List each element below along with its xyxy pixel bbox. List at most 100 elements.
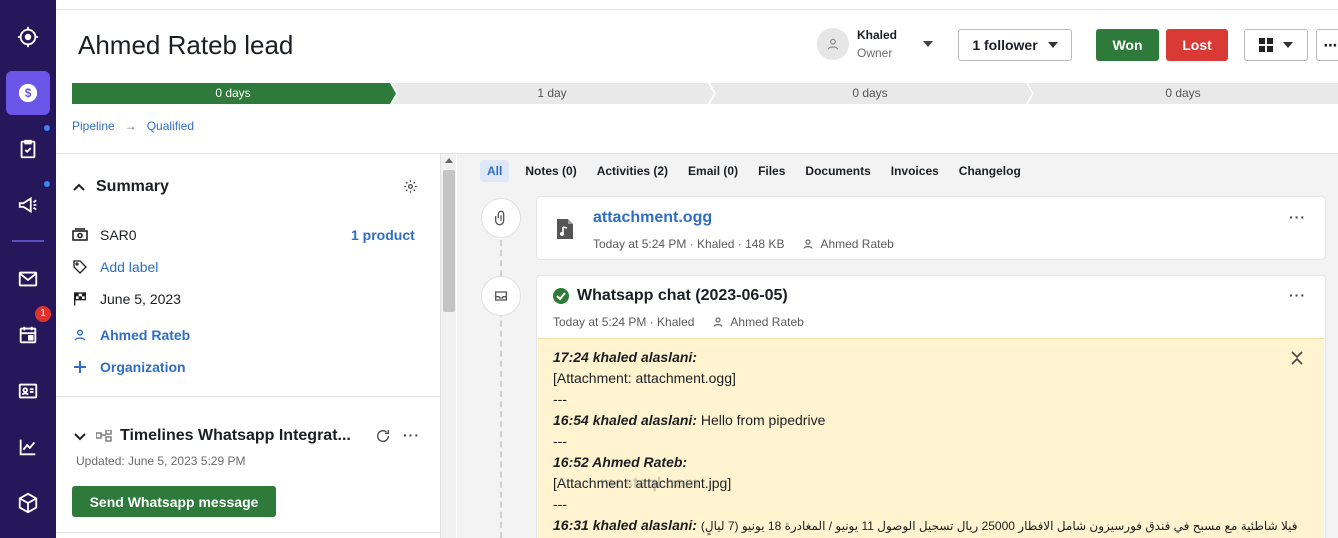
summary-value-row: SAR0 <box>72 227 137 243</box>
nav-contacts-icon[interactable] <box>6 369 50 413</box>
collapse-icon[interactable] <box>1290 351 1304 365</box>
nav-tasks-dot <box>44 125 50 131</box>
product-link[interactable]: 1 product <box>351 227 415 243</box>
tab-invoices[interactable]: Invoices <box>881 160 949 182</box>
won-button[interactable]: Won <box>1096 29 1159 61</box>
tab-notes[interactable]: Notes (0) <box>515 160 586 182</box>
person-icon <box>803 239 814 249</box>
chat-meta-row: Today at 5:24 PM · Khaled Ahmed Rateb <box>553 315 804 329</box>
money-icon <box>72 227 88 243</box>
whatsapp-updated: Updated: June 5, 2023 5:29 PM <box>76 454 246 468</box>
chevron-down-icon <box>923 41 934 47</box>
integration-icon <box>96 430 112 442</box>
more-icon: ⋯ <box>1323 36 1338 53</box>
chat-line: [Attachment: attachment.ogg] <box>553 370 736 386</box>
stage-1-label: 0 days <box>215 86 251 100</box>
check-circle-icon <box>553 288 569 304</box>
tab-activities[interactable]: Activities (2) <box>587 160 678 182</box>
svg-text:$: $ <box>25 86 32 100</box>
chat-person[interactable]: Ahmed Rateb <box>730 315 803 329</box>
summary-date-row: June 5, 2023 <box>72 291 181 307</box>
nav-calendar-badge: 1 <box>35 306 51 322</box>
attachment-person[interactable]: Ahmed Rateb <box>820 237 893 251</box>
nav-focus-icon[interactable] <box>6 15 50 59</box>
breadcrumb-pipeline[interactable]: Pipeline <box>72 119 115 133</box>
follower-button[interactable]: 1 follower <box>958 29 1072 61</box>
organization-link[interactable]: Organization <box>100 359 186 375</box>
owner-name: Khaled <box>857 28 898 42</box>
chat-title: Whatsapp chat (2023-06-05) <box>577 287 788 304</box>
nav-mail-icon[interactable] <box>6 257 50 301</box>
more-actions-button[interactable]: ⋯ <box>1316 29 1338 61</box>
tag-icon <box>72 259 88 275</box>
stage-4-label: 0 days <box>1165 86 1201 100</box>
nav-products-icon[interactable] <box>6 481 50 525</box>
paperclip-icon <box>481 198 521 238</box>
chevron-down-icon <box>1283 42 1293 48</box>
chat-line: 16:52 Ahmed Rateb: <box>553 454 688 470</box>
view-switcher-button[interactable] <box>1244 29 1308 61</box>
nav-divider <box>12 240 44 242</box>
plus-icon <box>72 359 88 375</box>
arrow-right-icon: → <box>124 119 137 133</box>
summary-person-row: Ahmed Rateb <box>72 327 190 343</box>
details-sidebar <box>56 154 440 538</box>
watermark: mostaql.com <box>600 475 699 492</box>
nav-deals-icon[interactable]: $ <box>6 71 50 115</box>
chat-transcript <box>538 338 1324 538</box>
tab-changelog[interactable]: Changelog <box>949 160 1031 182</box>
audio-file-icon <box>557 219 573 239</box>
expected-close-date[interactable]: June 5, 2023 <box>100 291 181 307</box>
attachment-meta: Today at 5:24 PM · Khaled · 148 KB <box>593 237 785 251</box>
tab-files[interactable]: Files <box>748 160 795 182</box>
top-edge <box>56 0 1338 10</box>
person-link[interactable]: Ahmed Rateb <box>100 327 190 343</box>
tab-all[interactable]: All <box>480 160 510 182</box>
lost-button[interactable]: Lost <box>1166 29 1228 61</box>
breadcrumb-stage[interactable]: Qualified <box>147 119 194 133</box>
send-whatsapp-button[interactable]: Send Whatsapp message <box>72 486 276 517</box>
chevron-down-icon <box>1047 42 1058 48</box>
left-nav: $ 1 <box>0 0 56 538</box>
breadcrumb: Pipeline → Qualified <box>72 119 194 133</box>
page-title: Ahmed Rateb lead <box>78 30 294 60</box>
chat-line: 16:54 khaled alaslani: Hello from pipedr… <box>553 412 826 428</box>
refresh-icon[interactable] <box>375 428 391 444</box>
chat-meta: Today at 5:24 PM · Khaled <box>553 315 695 329</box>
chevron-up-icon[interactable] <box>72 180 86 194</box>
scroll-thumb[interactable] <box>443 170 455 312</box>
nav-campaigns-icon[interactable] <box>6 183 50 227</box>
attachment-link[interactable]: attachment.ogg <box>593 209 712 227</box>
chat-line: 17:24 khaled alaslani: <box>553 349 697 365</box>
summary-label-row: Add label <box>72 259 158 275</box>
chat-inbox-icon <box>481 276 521 316</box>
stage-3-label: 0 days <box>852 86 888 100</box>
tab-documents[interactable]: Documents <box>795 160 880 182</box>
flag-icon <box>72 291 88 307</box>
gear-icon[interactable] <box>403 179 418 194</box>
person-icon <box>827 38 839 50</box>
person-icon <box>713 317 724 327</box>
chevron-down-icon[interactable] <box>73 430 87 444</box>
chat-line: --- <box>553 496 567 512</box>
tab-email[interactable]: Email (0) <box>678 160 748 182</box>
grid-icon <box>1259 38 1273 52</box>
more-icon[interactable]: ··· <box>1289 287 1306 303</box>
deal-value[interactable]: SAR0 <box>100 227 137 243</box>
more-icon[interactable]: ··· <box>403 427 420 443</box>
summary-title: Summary <box>96 178 169 195</box>
person-icon <box>72 327 88 343</box>
more-icon[interactable]: ··· <box>1289 209 1306 225</box>
owner-selector[interactable]: Khaled Owner <box>817 28 934 60</box>
add-label-link[interactable]: Add label <box>100 259 158 275</box>
nav-insights-icon[interactable] <box>6 425 50 469</box>
avatar <box>817 28 849 60</box>
scroll-up-icon[interactable] <box>445 158 453 163</box>
chat-line: --- <box>553 433 567 449</box>
nav-campaigns-dot <box>44 181 50 187</box>
attachment-meta-row: Today at 5:24 PM · Khaled · 148 KB Ahmed… <box>593 237 894 251</box>
nav-tasks-icon[interactable] <box>6 127 50 171</box>
summary-organization-row: Organization <box>72 359 186 375</box>
sidebar-scrollbar[interactable] <box>440 154 456 538</box>
chat-line: --- <box>553 391 567 407</box>
